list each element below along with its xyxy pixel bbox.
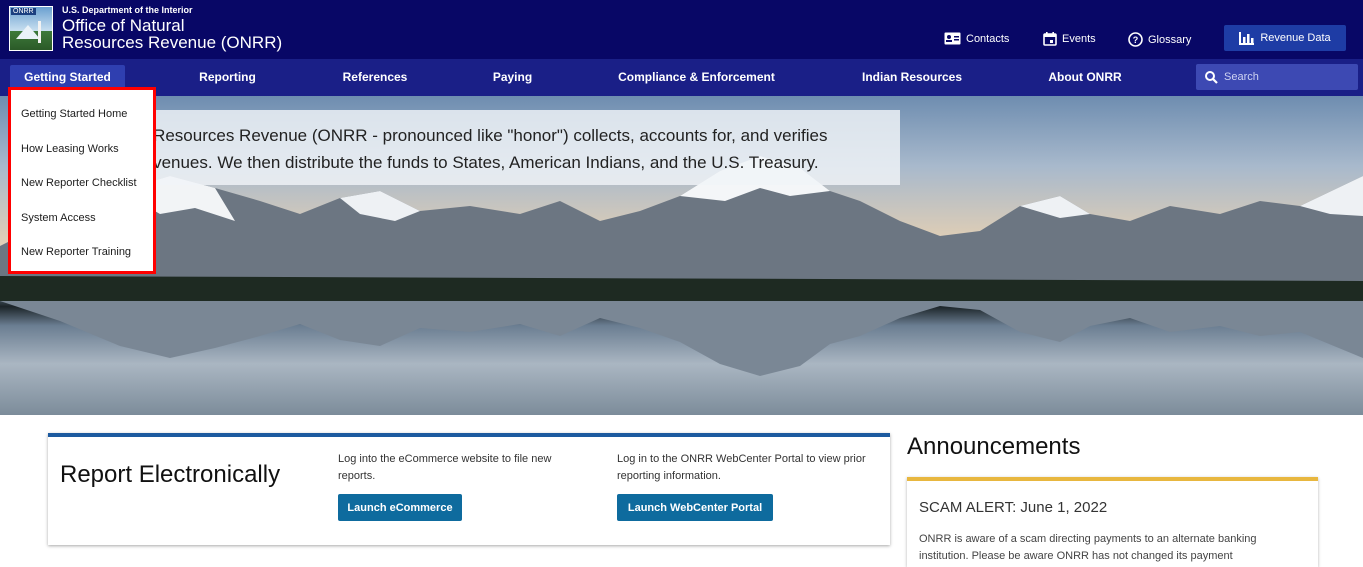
mission-line1: ural Resources Revenue (ONRR - pronounce… <box>120 126 828 145</box>
main-nav: Getting Started Reporting References Pay… <box>0 59 1363 96</box>
office-name[interactable]: Office of Natural Resources Revenue (ONR… <box>62 17 282 51</box>
announcement-text: ONRR is aware of a scam directing paymen… <box>919 533 1257 562</box>
contacts-label: Contacts <box>966 32 1010 45</box>
bar-chart-icon <box>1239 31 1255 45</box>
revenue-data-label: Revenue Data <box>1260 32 1331 44</box>
dropdown-item-system-access[interactable]: System Access <box>21 212 96 224</box>
nav-item-reporting[interactable]: Reporting <box>185 59 270 96</box>
calendar-icon <box>1043 32 1057 46</box>
search-placeholder: Search <box>1224 71 1259 83</box>
report-electronically-card: Report Electronically Log into the eComm… <box>48 433 890 545</box>
nav-item-about-onrr[interactable]: About ONRR <box>1035 59 1135 96</box>
dropdown-item-getting-started-home[interactable]: Getting Started Home <box>21 108 127 120</box>
mission-statement: ural Resources Revenue (ONRR - pronounce… <box>110 110 900 185</box>
search-icon <box>1205 70 1218 84</box>
launch-ecommerce-button[interactable]: Launch eCommerce <box>338 494 462 521</box>
announcement-card: SCAM ALERT: June 1, 2022 ONRR is aware o… <box>907 477 1318 567</box>
launch-webcenter-button[interactable]: Launch WebCenter Portal <box>617 494 773 521</box>
site-header: ONRR U.S. Department of the Interior Off… <box>0 0 1363 59</box>
department-name: U.S. Department of the Interior <box>62 5 193 15</box>
logo-tag: ONRR <box>11 8 36 15</box>
nav-item-indian-resources[interactable]: Indian Resources <box>850 59 974 96</box>
svg-text:?: ? <box>1133 35 1139 45</box>
report-card-title: Report Electronically <box>60 461 281 488</box>
onrr-logo[interactable]: ONRR <box>9 6 53 51</box>
nav-item-compliance-enforcement[interactable]: Compliance & Enforcement <box>605 59 788 96</box>
search-input[interactable]: Search <box>1196 64 1358 90</box>
announcement-heading[interactable]: SCAM ALERT: June 1, 2022 <box>919 499 1107 516</box>
nav-item-paying[interactable]: Paying <box>480 59 545 96</box>
glossary-label: Glossary <box>1148 33 1192 46</box>
help-circle-icon: ? <box>1128 32 1143 47</box>
webcenter-description: Log in to the ONRR WebCenter Portal to v… <box>617 453 866 482</box>
dropdown-item-new-reporter-checklist[interactable]: New Reporter Checklist <box>21 177 137 189</box>
events-label: Events <box>1062 33 1096 45</box>
getting-started-dropdown: Getting Started Home How Leasing Works N… <box>8 87 156 274</box>
office-name-line2: Resources Revenue (ONRR) <box>62 33 283 52</box>
announcements-heading: Announcements <box>907 433 1081 460</box>
contacts-card-icon <box>944 32 961 45</box>
nav-item-getting-started[interactable]: Getting Started <box>10 65 125 89</box>
nav-item-references[interactable]: References <box>330 59 420 96</box>
revenue-data-button[interactable]: Revenue Data <box>1224 25 1346 51</box>
contacts-link[interactable]: Contacts <box>944 32 1009 45</box>
office-name-line1: Office of Natural <box>62 16 185 35</box>
dropdown-item-new-reporter-training[interactable]: New Reporter Training <box>21 246 131 258</box>
mission-line2: al revenues. We then distribute the fund… <box>120 153 819 172</box>
events-link[interactable]: Events <box>1043 32 1096 46</box>
dropdown-item-how-leasing-works[interactable]: How Leasing Works <box>21 143 119 155</box>
glossary-link[interactable]: ? Glossary <box>1128 32 1191 47</box>
ecommerce-description: Log into the eCommerce website to file n… <box>338 453 552 482</box>
